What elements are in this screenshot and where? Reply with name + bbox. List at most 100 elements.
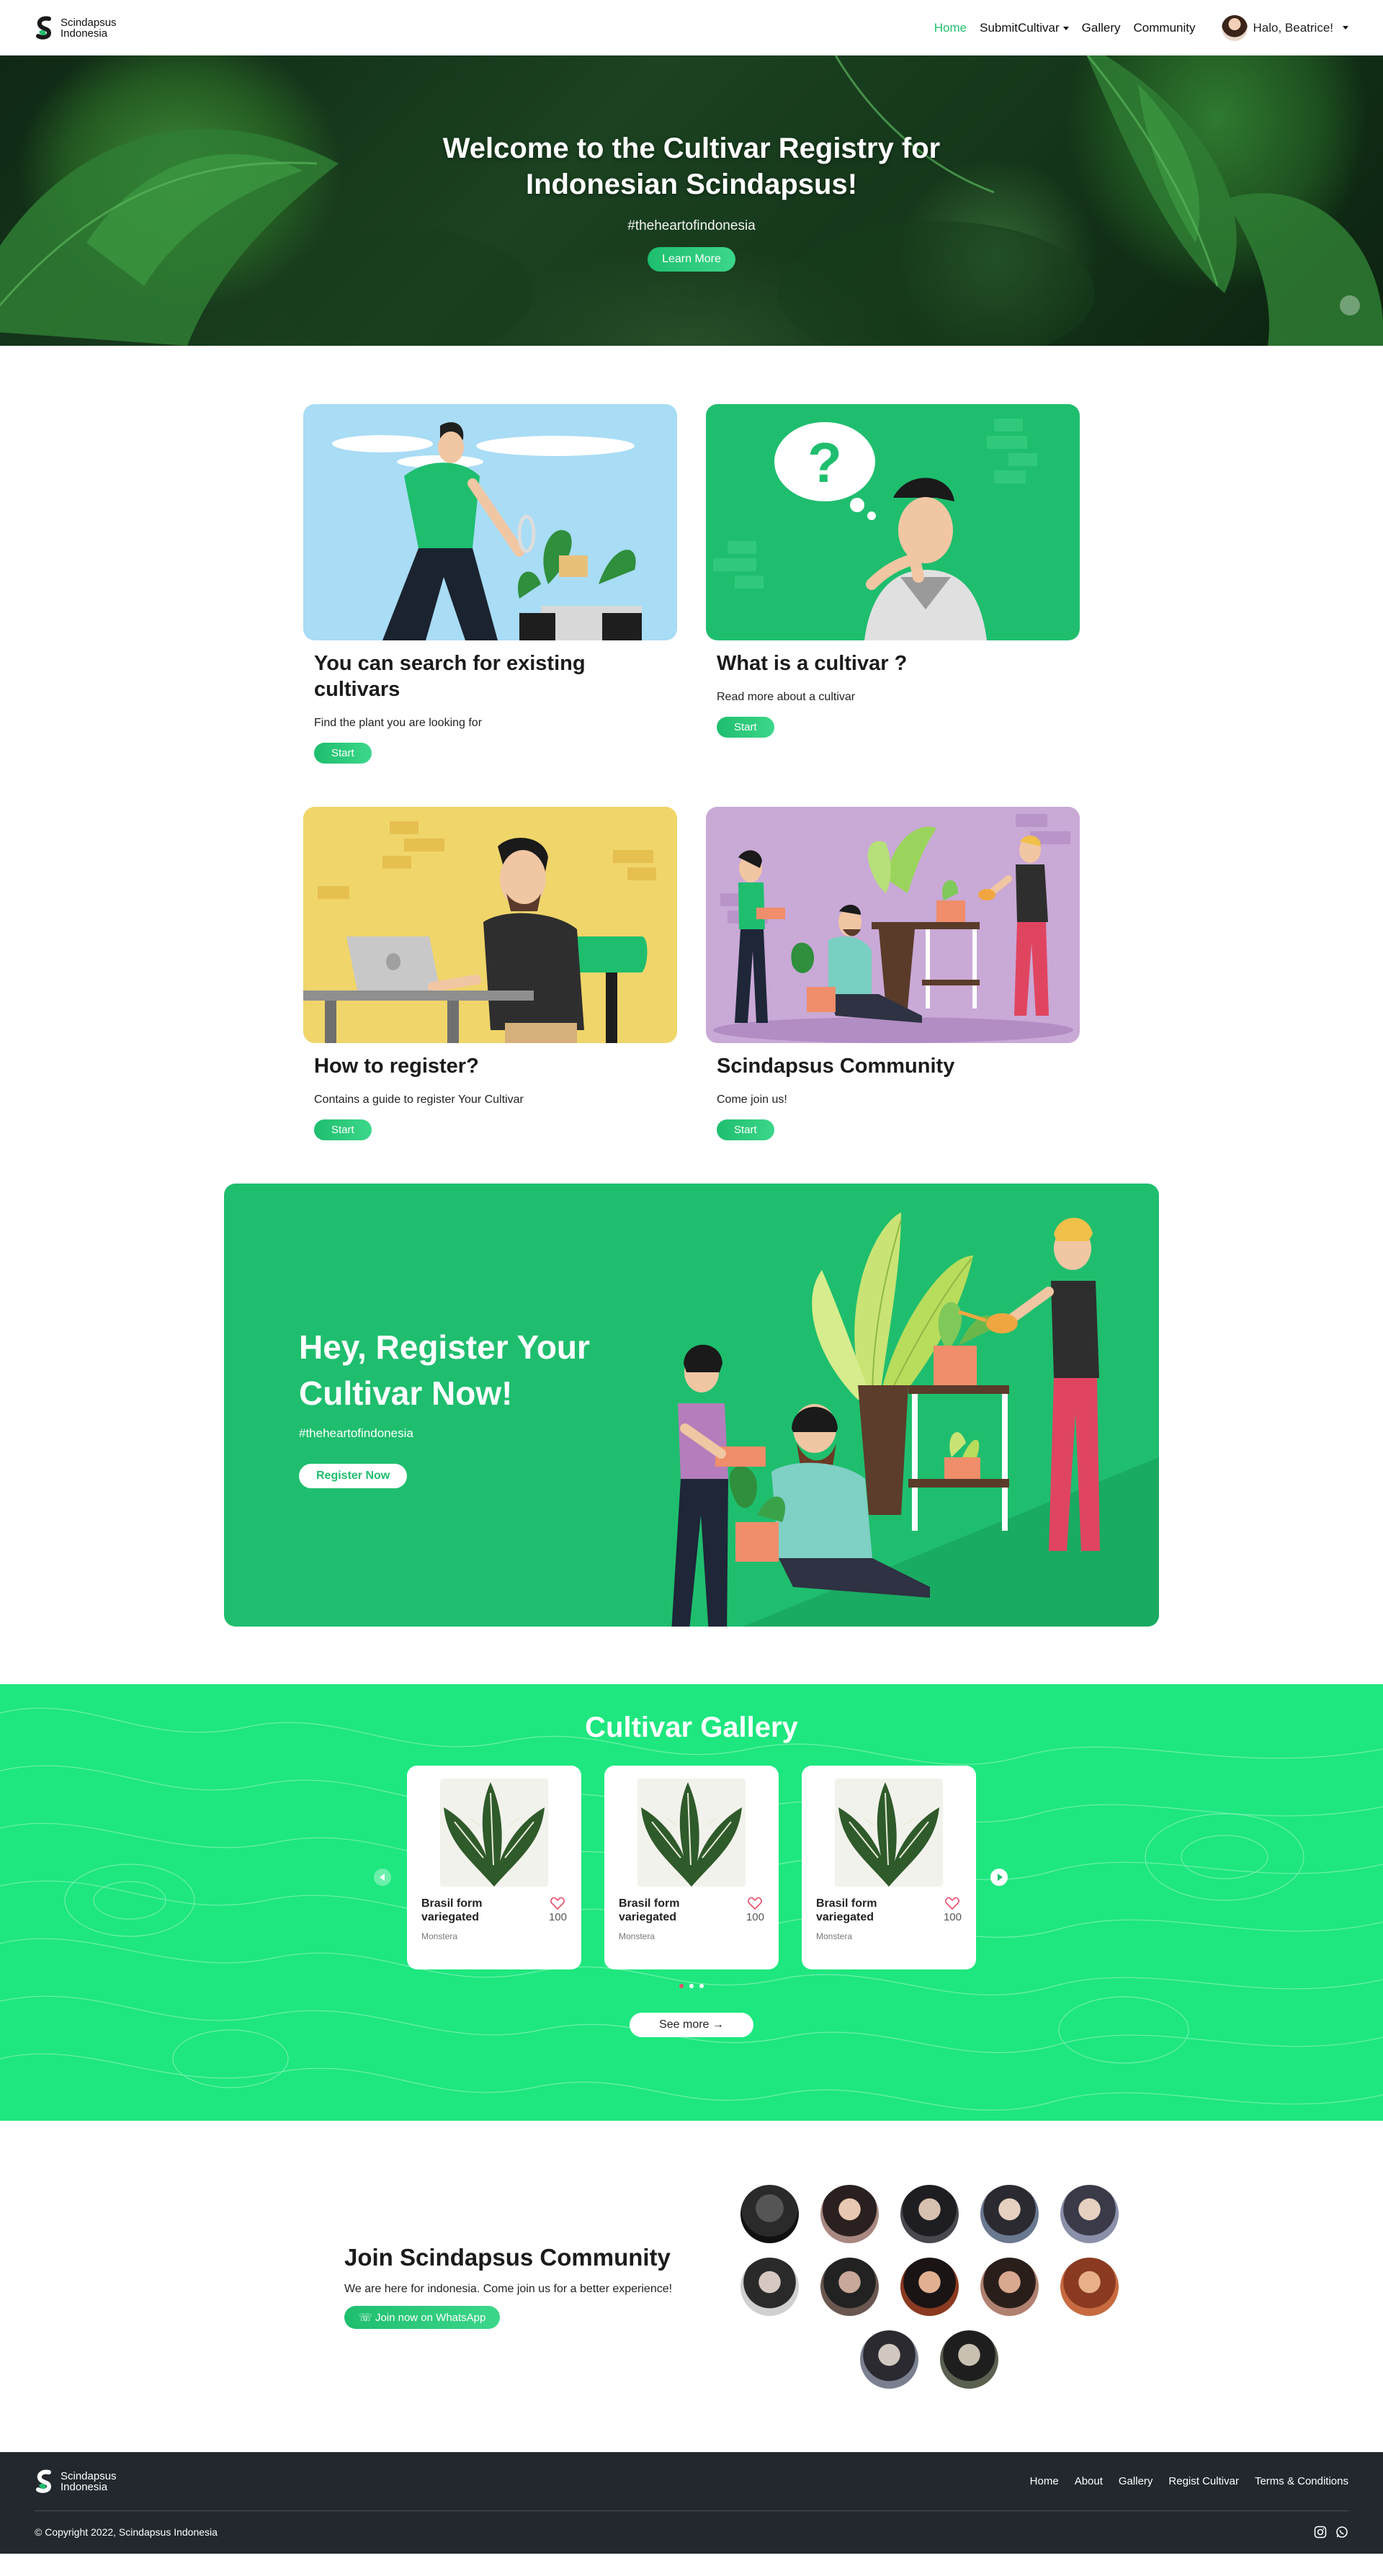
footer-link-regist-cultivar[interactable]: Regist Cultivar xyxy=(1168,2475,1239,2487)
start-button[interactable]: Start xyxy=(717,1119,774,1140)
nav-home[interactable]: Home xyxy=(934,21,967,35)
register-now-button[interactable]: Register Now xyxy=(299,1464,408,1488)
gallery-card[interactable]: Brasil form variegated 100 Monstera xyxy=(802,1766,976,1969)
feature-title: Scindapsus Community xyxy=(717,1055,955,1078)
footer-link-home[interactable]: Home xyxy=(1030,2475,1059,2487)
cultivar-gallery: Cultivar Gallery Brasil form variegated … xyxy=(0,1684,1383,2121)
cultivar-name: Brasil form variegated xyxy=(816,1897,877,1923)
hero-title: Welcome to the Cultivar Registry for Ind… xyxy=(442,132,941,200)
like-counter[interactable]: 100 xyxy=(944,1897,962,1924)
community-text: Join Scindapsus Community We are here fo… xyxy=(344,2244,672,2329)
member-avatar[interactable] xyxy=(740,2257,799,2316)
member-avatar[interactable] xyxy=(820,2257,879,2316)
member-avatar[interactable] xyxy=(940,2330,998,2389)
community-title: Join Scindapsus Community xyxy=(344,2244,671,2271)
social-links xyxy=(1314,2526,1348,2539)
whatsapp-icon[interactable] xyxy=(1335,2526,1348,2539)
svg-text:?: ? xyxy=(807,431,842,494)
navbar: Scindapsus Indonesia Home SubmitCultivar… xyxy=(0,0,1383,55)
nav-community[interactable]: Community xyxy=(1134,21,1196,35)
nav-submit-cultivar-dropdown[interactable]: SubmitCultivar xyxy=(980,21,1069,35)
member-avatar[interactable] xyxy=(820,2184,879,2243)
see-more-label: See more xyxy=(659,2018,710,2031)
plant-photo xyxy=(835,1779,943,1887)
chevron-right-icon xyxy=(998,1874,1003,1881)
member-avatar[interactable] xyxy=(980,2257,1039,2316)
feature-card-search: You can search for existing cultivars Fi… xyxy=(303,404,677,764)
whatsapp-join-button[interactable]: ☏ Join now on WhatsApp xyxy=(344,2306,501,2329)
user-greeting: Halo, Beatrice! xyxy=(1253,20,1334,35)
brand-line-2: Indonesia xyxy=(61,2480,108,2493)
start-button[interactable]: Start xyxy=(717,717,774,738)
carousel-dot[interactable] xyxy=(689,1984,694,1988)
member-avatar[interactable] xyxy=(980,2184,1039,2243)
cultivar-name: Brasil form variegated xyxy=(619,1897,680,1923)
user-menu[interactable]: Halo, Beatrice! xyxy=(1221,14,1348,41)
chevron-down-icon xyxy=(1062,26,1069,30)
feature-card-community: Scindapsus Community Come join us! Start xyxy=(706,807,1080,1140)
chevron-down-icon xyxy=(1343,26,1348,30)
gallery-card[interactable]: Brasil form variegated 100 Monstera xyxy=(604,1766,779,1969)
search-illustration xyxy=(303,404,677,640)
register-title: Hey, Register Your Cultivar Now! xyxy=(299,1328,590,1412)
member-avatar[interactable] xyxy=(740,2184,799,2243)
member-avatar[interactable] xyxy=(900,2257,959,2316)
member-avatar[interactable] xyxy=(1060,2184,1119,2243)
member-avatar[interactable] xyxy=(900,2184,959,2243)
carousel-next-button[interactable] xyxy=(990,1869,1008,1886)
brand-line-2: Indonesia xyxy=(61,27,108,40)
like-counter[interactable]: 100 xyxy=(746,1897,764,1924)
brand-logo[interactable]: Scindapsus Indonesia xyxy=(35,16,117,40)
brand-line-1: Scindapsus xyxy=(61,2469,117,2482)
footer-link-gallery[interactable]: Gallery xyxy=(1119,2475,1153,2487)
heart-icon xyxy=(550,1897,565,1910)
hero-banner: Welcome to the Cultivar Registry for Ind… xyxy=(0,55,1383,346)
laptop-illustration xyxy=(303,807,677,1043)
feature-title: What is a cultivar ? xyxy=(717,652,908,675)
like-count: 100 xyxy=(746,1911,764,1923)
gallery-title: Cultivar Gallery xyxy=(585,1712,798,1743)
footer-brand[interactable]: Scindapsus Indonesia xyxy=(35,2469,117,2494)
community-desc: We are here for indonesia. Come join us … xyxy=(344,2283,673,2295)
feature-title: You can search for existing cultivars xyxy=(314,652,586,701)
scindapsus-logo-icon xyxy=(36,2469,52,2493)
member-avatar[interactable] xyxy=(1060,2257,1119,2316)
feature-desc: Come join us! xyxy=(717,1094,787,1106)
gallery-card[interactable]: Brasil form variegated 100 Monstera xyxy=(407,1766,581,1969)
brand-line-1: Scindapsus xyxy=(61,16,117,29)
chevron-left-icon xyxy=(380,1874,385,1881)
like-count: 100 xyxy=(548,1911,567,1923)
cultivar-genus: Monstera xyxy=(816,1931,853,1941)
feature-desc: Contains a guide to register Your Cultiv… xyxy=(314,1094,524,1106)
carousel-dot[interactable] xyxy=(699,1984,704,1988)
carousel-dot[interactable] xyxy=(679,1984,684,1988)
gardening-people-illustration xyxy=(671,1212,1159,1627)
heart-icon xyxy=(945,1897,960,1910)
brand-name: Scindapsus Indonesia xyxy=(61,2471,117,2492)
nav-gallery[interactable]: Gallery xyxy=(1082,21,1121,35)
brand-name: Scindapsus Indonesia xyxy=(61,17,117,39)
footer-link-terms[interactable]: Terms & Conditions xyxy=(1255,2475,1348,2487)
community-section: Join Scindapsus Community We are here fo… xyxy=(252,2121,1131,2452)
carousel-indicator[interactable] xyxy=(1340,295,1360,316)
start-button[interactable]: Start xyxy=(314,743,372,764)
hero-content: Welcome to the Cultivar Registry for Ind… xyxy=(0,55,1383,346)
see-more-button[interactable]: See more → xyxy=(630,2013,753,2037)
feature-card-register-guide: How to register? Contains a guide to reg… xyxy=(303,807,677,1140)
carousel-prev-button[interactable] xyxy=(374,1869,391,1886)
member-avatar[interactable] xyxy=(860,2330,918,2389)
start-button[interactable]: Start xyxy=(314,1119,372,1140)
feature-card-what-is-cultivar: ? What is a cultivar ? Read more about a… xyxy=(706,404,1080,764)
like-counter[interactable]: 100 xyxy=(549,1897,567,1924)
footer: Scindapsus Indonesia Home About Gallery … xyxy=(0,2452,1383,2554)
register-banner: Hey, Register Your Cultivar Now! #thehea… xyxy=(224,1184,1159,1627)
nav-links: Home SubmitCultivar Gallery Community Ha… xyxy=(934,14,1348,41)
nav-submit-label: SubmitCultivar xyxy=(980,20,1060,35)
feature-title: How to register? xyxy=(314,1055,479,1078)
scindapsus-logo-icon xyxy=(36,16,52,40)
instagram-icon[interactable] xyxy=(1314,2526,1327,2539)
learn-more-button[interactable]: Learn More xyxy=(648,246,735,272)
footer-link-about[interactable]: About xyxy=(1075,2475,1103,2487)
arrow-right-icon: → xyxy=(712,2018,724,2031)
cultivar-genus: Monstera xyxy=(619,1931,655,1941)
